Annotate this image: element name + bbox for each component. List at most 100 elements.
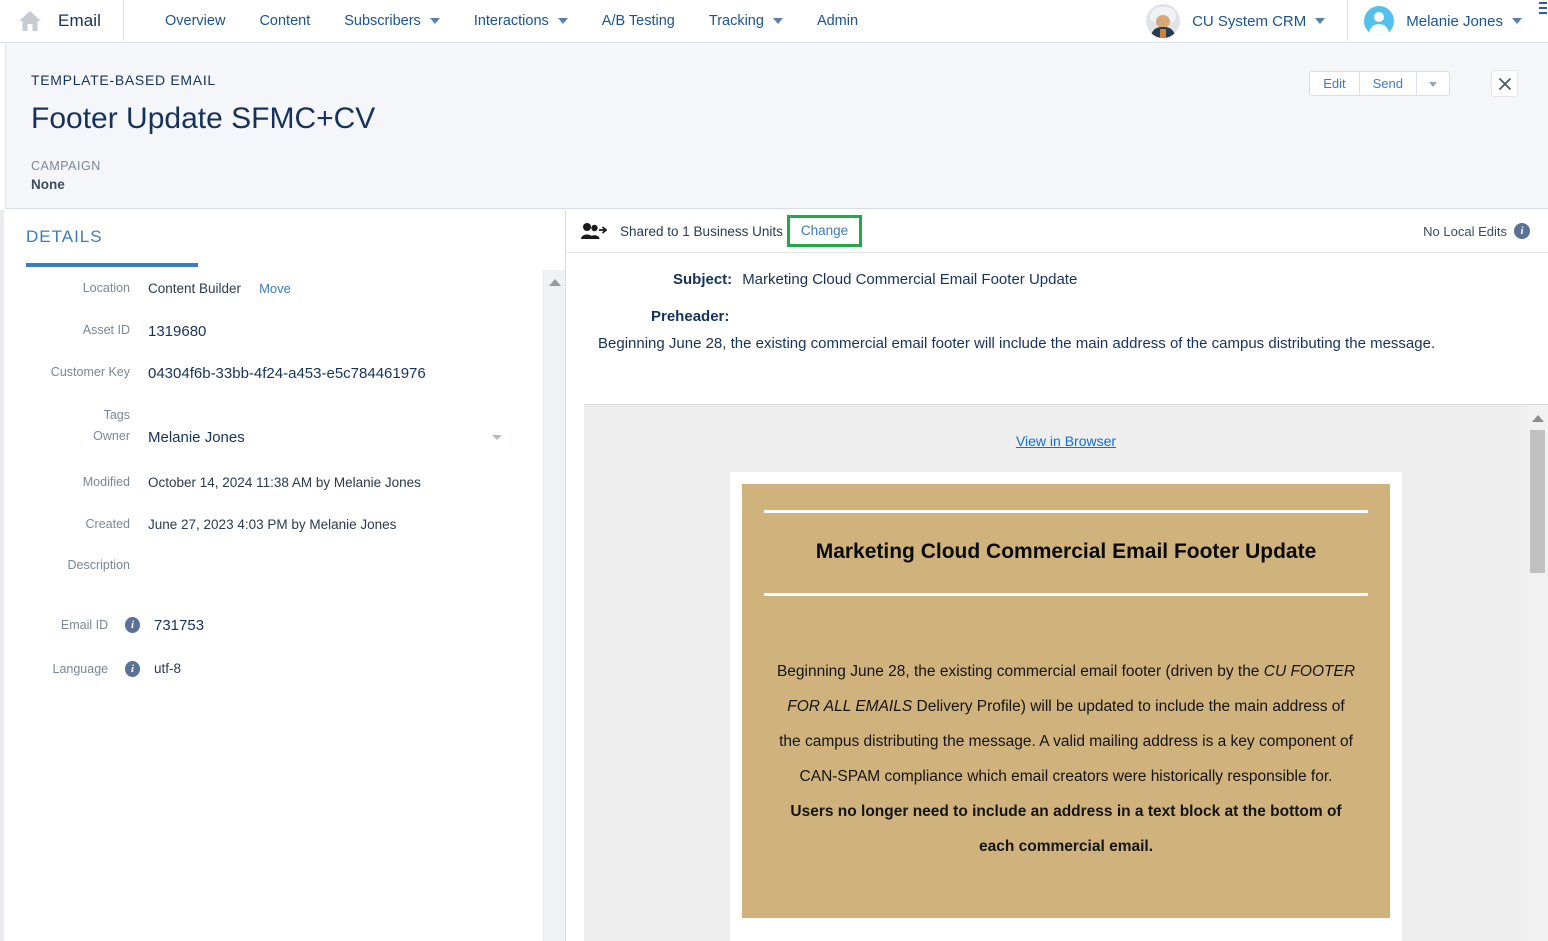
message-content-area: Shared to 1 Business Units Change No Loc… <box>567 210 1548 941</box>
field-value: 04304f6b-33bb-4f24-a453-e5c784461976 <box>148 365 426 382</box>
preheader-text: Beginning June 28, the existing commerci… <box>598 335 1436 352</box>
field-location: Location Content Builder Move <box>4 281 544 296</box>
chevron-down-icon <box>772 18 783 24</box>
field-asset-id: Asset ID 1319680 <box>4 323 544 340</box>
edit-button[interactable]: Edit <box>1310 72 1360 95</box>
field-value: Melanie Jones <box>148 429 245 446</box>
nav-item-admin[interactable]: Admin <box>800 0 875 43</box>
change-share-link[interactable]: Change <box>801 223 848 238</box>
field-owner[interactable]: Owner Melanie Jones <box>4 429 544 446</box>
menu-edge-icon[interactable] <box>1539 2 1547 17</box>
close-button[interactable] <box>1491 70 1518 97</box>
preheader-label: Preheader: <box>651 308 730 325</box>
field-value: utf-8 <box>154 661 182 676</box>
details-scrollbar[interactable] <box>543 270 565 941</box>
campaign-label: CAMPAIGN <box>31 159 101 173</box>
field-description: Description <box>4 558 544 572</box>
org-switcher[interactable]: CU System CRM <box>1192 12 1326 30</box>
preview-scrollbar[interactable] <box>1527 405 1548 941</box>
nav-label: Interactions <box>473 13 549 29</box>
chevron-down-icon <box>429 18 440 24</box>
email-hero-band: Marketing Cloud Commercial Email Footer … <box>742 484 1390 918</box>
field-label: Location <box>82 281 130 295</box>
share-users-icon <box>581 222 607 240</box>
nav-item-ab-testing[interactable]: A/B Testing <box>585 0 692 43</box>
scroll-up-arrow-icon[interactable] <box>549 279 561 286</box>
nav-label: Content <box>259 13 311 29</box>
field-value: June 27, 2023 4:03 PM by Melanie Jones <box>148 517 397 532</box>
email-body-text: Beginning June 28, the existing commerci… <box>764 606 1368 882</box>
nav-label: Overview <box>165 13 226 29</box>
nav-item-subscribers[interactable]: Subscribers <box>327 0 457 43</box>
app-brand-label: Email <box>58 11 102 30</box>
share-status-bar: Shared to 1 Business Units Change No Loc… <box>567 210 1548 253</box>
top-nav-right-cluster: CU System CRM Melanie Jones <box>1146 0 1548 43</box>
share-status-text: Shared to 1 Business Units <box>620 223 783 239</box>
chevron-down-icon[interactable] <box>492 435 502 440</box>
avatar <box>1364 6 1395 36</box>
nav-item-tracking[interactable]: Tracking <box>692 0 800 43</box>
email-heading: Marketing Cloud Commercial Email Footer … <box>815 540 1317 563</box>
nav-item-content[interactable]: Content <box>242 0 327 43</box>
field-label: Owner <box>93 429 130 443</box>
nav-item-interactions[interactable]: Interactions <box>457 0 585 43</box>
more-actions-button[interactable] <box>1417 72 1449 95</box>
home-icon <box>18 10 42 32</box>
nav-divider <box>123 0 125 43</box>
info-icon[interactable]: i <box>125 661 140 677</box>
body-bold: Users no longer need to include an addre… <box>790 803 1342 855</box>
view-in-browser-link[interactable]: View in Browser <box>1016 433 1116 449</box>
home-link[interactable]: Email <box>0 0 101 43</box>
scrollbar-thumb[interactable] <box>1530 430 1545 573</box>
close-icon <box>1498 77 1511 90</box>
subject-value: Marketing Cloud Commercial Email Footer … <box>742 271 1078 288</box>
info-icon[interactable]: i <box>1514 223 1530 239</box>
field-created: Created June 27, 2023 4:03 PM by Melanie… <box>4 517 544 532</box>
info-icon[interactable]: i <box>125 617 140 633</box>
body-part-1: Beginning June 28, the existing commerci… <box>776 663 1264 680</box>
field-modified: Modified October 14, 2024 11:38 AM by Me… <box>4 475 544 490</box>
user-name-label: Melanie Jones <box>1406 12 1503 30</box>
record-action-buttons: Edit Send <box>1309 71 1450 96</box>
field-label: Description <box>67 558 130 572</box>
field-label: Asset ID <box>82 323 130 337</box>
field-language: Language i utf-8 <box>4 661 544 677</box>
move-link[interactable]: Move <box>259 281 291 296</box>
nav-label: Subscribers <box>344 13 421 29</box>
field-label: Email ID <box>60 618 109 632</box>
tab-active-underline <box>26 263 198 267</box>
record-header: TEMPLATE-BASED EMAIL Footer Update SFMC+… <box>0 44 1548 209</box>
tab-details[interactable]: DETAILS <box>26 227 103 247</box>
user-menu[interactable]: Melanie Jones <box>1348 0 1548 43</box>
field-email-id: Email ID i 731753 <box>4 617 544 634</box>
field-label: Modified <box>82 475 130 489</box>
view-in-browser-row: View in Browser <box>584 405 1548 451</box>
field-label: Created <box>85 517 130 531</box>
main-nav-items: Overview Content Subscribers Interaction… <box>148 0 875 43</box>
field-label: Language <box>52 662 109 676</box>
field-value: Content Builder <box>148 281 242 296</box>
scroll-up-arrow-icon[interactable] <box>1532 415 1544 422</box>
record-type-label: TEMPLATE-BASED EMAIL <box>31 72 216 88</box>
nav-label: Admin <box>816 13 859 29</box>
field-customer-key: Customer Key 04304f6b-33bb-4f24-a453-e5c… <box>4 365 544 382</box>
email-body-card: Marketing Cloud Commercial Email Footer … <box>730 472 1402 941</box>
org-name-label: CU System CRM <box>1192 12 1307 30</box>
einstein-avatar-icon[interactable] <box>1146 4 1181 38</box>
field-label: Tags <box>103 408 130 422</box>
field-label: Customer Key <box>50 365 130 379</box>
nav-label: A/B Testing <box>601 13 675 29</box>
subject-line: Subject: Marketing Cloud Commercial Emai… <box>567 271 1548 288</box>
chevron-down-icon <box>557 18 568 24</box>
nav-item-overview[interactable]: Overview <box>148 0 242 43</box>
page-title: Footer Update SFMC+CV <box>31 102 376 135</box>
details-panel: DETAILS Location Content Builder Move As… <box>0 210 566 941</box>
local-edits-status: No Local Edits i <box>1423 223 1530 239</box>
campaign-value: None <box>31 177 65 192</box>
change-share-highlight: Change <box>786 215 863 247</box>
message-subject-area: Subject: Marketing Cloud Commercial Emai… <box>567 253 1548 357</box>
band-rule-bottom <box>764 593 1368 596</box>
header-left-rule <box>0 44 6 209</box>
send-button[interactable]: Send <box>1359 72 1417 95</box>
top-navigation-bar: Email Overview Content Subscribers Inter… <box>0 0 1548 43</box>
